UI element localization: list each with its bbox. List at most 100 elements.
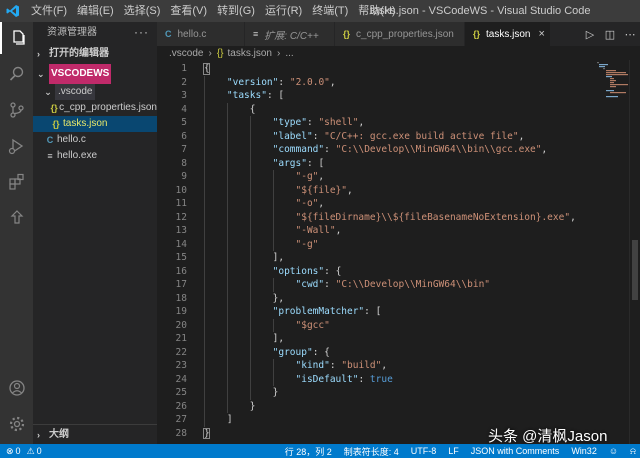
code-line[interactable]: 25 } xyxy=(157,386,593,400)
vscode-logo-icon xyxy=(0,0,26,22)
code-line[interactable]: 15 ], xyxy=(157,251,593,265)
code-line[interactable]: 11 "-o", xyxy=(157,197,593,211)
code-line[interactable]: 19 "problemMatcher": [ xyxy=(157,305,593,319)
tree-file-tasks-json[interactable]: {} tasks.json xyxy=(33,116,157,132)
tab-label: 扩展: C/C++ xyxy=(264,30,319,42)
menu-go[interactable]: 转到(G) xyxy=(212,0,260,22)
source-control-icon[interactable] xyxy=(0,94,33,126)
code-line[interactable]: 17 "cwd": "C:\\Develop\\MinGW64\\bin" xyxy=(157,278,593,292)
code-text: "version": "2.0.0", xyxy=(226,76,336,88)
vertical-scrollbar[interactable] xyxy=(629,60,640,444)
breadcrumb-file[interactable]: tasks.json xyxy=(228,48,272,59)
more-actions-icon[interactable]: ··· xyxy=(134,22,149,42)
tab-size[interactable]: 制表符长度: 4 xyxy=(344,445,399,458)
tab-hello-c[interactable]: C hello.c xyxy=(157,22,245,46)
remote-explorer-icon[interactable] xyxy=(0,202,33,234)
warning-count[interactable]: 0 xyxy=(37,446,42,456)
split-editor-icon[interactable]: ◫ xyxy=(600,28,620,41)
code-line[interactable]: 14 "-g" xyxy=(157,238,593,252)
end-of-line[interactable]: LF xyxy=(448,446,459,456)
menu-terminal[interactable]: 终端(T) xyxy=(307,0,353,22)
code-line[interactable]: 24 "isDefault": true xyxy=(157,373,593,387)
breadcrumb-folder[interactable]: .vscode xyxy=(169,48,203,59)
line-number: 27 xyxy=(175,414,187,425)
file-label: tasks.json xyxy=(63,118,108,129)
error-icon[interactable]: ⊗ xyxy=(6,446,14,457)
indent-guide xyxy=(204,75,205,427)
code-line[interactable]: 3 "tasks": [ xyxy=(157,89,593,103)
chevron-right-icon: › xyxy=(276,47,281,59)
code-line[interactable]: 1{ xyxy=(157,62,593,76)
notifications-bell-icon[interactable]: ⍾ xyxy=(630,446,636,457)
indent-guide xyxy=(226,102,228,413)
tree-folder-vscode[interactable]: ⌄ .vscode xyxy=(33,84,157,100)
explorer-icon[interactable] xyxy=(0,22,33,54)
close-icon[interactable]: × xyxy=(538,28,544,40)
platform[interactable]: Win32 xyxy=(571,446,597,456)
code-line[interactable]: 7 "command": "C:\\Develop\\MinGW64\\bin\… xyxy=(157,143,593,157)
menu-view[interactable]: 查看(V) xyxy=(165,0,212,22)
code-text: "${fileDirname}\\${fileBasenameNoExtensi… xyxy=(295,211,576,223)
indent-guide xyxy=(272,278,274,292)
code-line[interactable]: 20 "$gcc" xyxy=(157,319,593,333)
open-editors-section[interactable]: › 打开的编辑器 xyxy=(33,44,157,64)
run-debug-icon[interactable] xyxy=(0,130,33,162)
menu-edit[interactable]: 编辑(E) xyxy=(72,0,119,22)
code-line[interactable]: 16 "options": { xyxy=(157,265,593,279)
code-text: "tasks": [ xyxy=(226,90,285,101)
line-number: 12 xyxy=(175,211,187,223)
outline-section[interactable]: › 大纲 xyxy=(33,424,157,444)
language-mode[interactable]: JSON with Comments xyxy=(471,446,560,456)
tab-c-cpp-properties[interactable]: {} c_cpp_properties.json xyxy=(335,22,465,46)
workspace-section[interactable]: ⌄ VSCODEWS xyxy=(33,64,157,84)
tab-tasks-json[interactable]: {} tasks.json × xyxy=(465,22,551,46)
encoding[interactable]: UTF-8 xyxy=(411,446,437,456)
code-text: "-g" xyxy=(295,238,319,250)
warning-icon[interactable]: ⚠ xyxy=(27,446,35,457)
code-line[interactable]: 8 "args": [ xyxy=(157,157,593,171)
line-number: 17 xyxy=(175,279,187,290)
code-line[interactable]: 5 "type": "shell", xyxy=(157,116,593,130)
scrollbar-thumb[interactable] xyxy=(632,240,638,300)
tree-file-hello-c[interactable]: C hello.c xyxy=(33,132,157,148)
code-text: "isDefault": true xyxy=(295,373,393,385)
code-line[interactable]: 21 ], xyxy=(157,332,593,346)
minimap[interactable] xyxy=(593,60,629,444)
more-actions-icon[interactable]: ⋯ xyxy=(620,28,640,41)
error-count[interactable]: 0 xyxy=(16,446,21,456)
code-line[interactable]: 13 "-Wall", xyxy=(157,224,593,238)
tree-file-c-cpp-properties[interactable]: {} c_cpp_properties.json xyxy=(33,100,157,116)
line-number: 19 xyxy=(175,306,187,317)
accounts-icon[interactable] xyxy=(0,372,33,404)
code-line[interactable]: 6 "label": "C/C++: gcc.exe build active … xyxy=(157,130,593,144)
editor-actions: ▷ ◫ ⋯ xyxy=(580,22,640,46)
menu-file[interactable]: 文件(F) xyxy=(26,0,72,22)
code-line[interactable]: 4 { xyxy=(157,103,593,117)
cursor-position[interactable]: 行 28，列 2 xyxy=(285,445,332,458)
extensions-icon[interactable] xyxy=(0,166,33,198)
code-line[interactable]: 23 "kind": "build", xyxy=(157,359,593,373)
code-line[interactable]: 2 "version": "2.0.0", xyxy=(157,76,593,90)
search-icon[interactable] xyxy=(0,58,33,90)
json-file-icon: {} xyxy=(216,47,224,59)
code-editor[interactable]: 1{2 "version": "2.0.0", 3 "tasks": [4 {5 … xyxy=(157,60,593,444)
code-line[interactable]: 12 "${fileDirname}\\${fileBasenameNoExte… xyxy=(157,211,593,225)
code-line[interactable]: 9 "-g", xyxy=(157,170,593,184)
feedback-icon[interactable]: ☺ xyxy=(609,446,618,456)
line-number: 6 xyxy=(181,130,187,142)
code-line[interactable]: 10 "${file}", xyxy=(157,184,593,198)
run-icon[interactable]: ▷ xyxy=(580,28,600,41)
breadcrumb-tail[interactable]: ... xyxy=(285,48,293,59)
code-line[interactable]: 26 } xyxy=(157,400,593,414)
code-text: ], xyxy=(272,252,285,263)
settings-gear-icon[interactable] xyxy=(0,408,33,440)
tree-file-hello-exe[interactable]: ≡ hello.exe xyxy=(33,148,157,164)
code-line[interactable]: 18 }, xyxy=(157,292,593,306)
menu-selection[interactable]: 选择(S) xyxy=(119,0,166,22)
code-line[interactable]: 22 "group": { xyxy=(157,346,593,360)
menu-bar: 文件(F) 编辑(E) 选择(S) 查看(V) 转到(G) 运行(R) 终端(T… xyxy=(26,0,401,22)
tab-label: tasks.json xyxy=(486,28,531,40)
tab-extension-cpp[interactable]: ≡ 扩展: C/C++ xyxy=(245,22,335,46)
open-editors-label: 打开的编辑器 xyxy=(49,48,109,59)
menu-run[interactable]: 运行(R) xyxy=(260,0,307,22)
